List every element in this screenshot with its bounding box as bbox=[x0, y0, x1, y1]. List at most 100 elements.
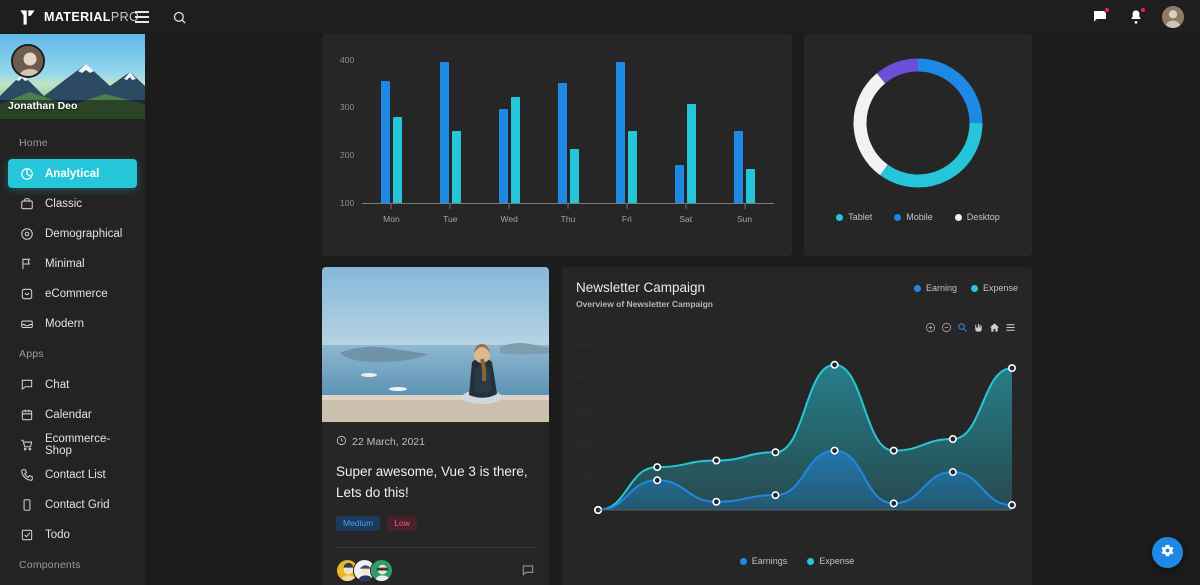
sidebar-item-label: Demographical bbox=[45, 228, 122, 240]
bar-mon-s0[interactable] bbox=[381, 81, 390, 203]
profile-user-name: Jonathan Deo bbox=[8, 100, 77, 112]
data-point-earnings-4[interactable] bbox=[831, 447, 837, 453]
legend-label: Tablet bbox=[848, 212, 872, 222]
sidebar-item-contact-grid[interactable]: Contact Grid bbox=[8, 490, 137, 519]
data-point-earnings-1[interactable] bbox=[654, 477, 660, 483]
legend-earnings[interactable]: Earnings bbox=[740, 556, 788, 566]
zoom-in-icon[interactable] bbox=[924, 321, 936, 333]
data-point-expense-6[interactable] bbox=[950, 436, 956, 442]
data-point-expense-7[interactable] bbox=[1009, 365, 1015, 371]
gear-icon bbox=[1160, 543, 1175, 563]
data-point-expense-2[interactable] bbox=[713, 457, 719, 463]
sidebar-item-ecommerce-shop[interactable]: Ecommerce-Shop bbox=[8, 430, 137, 459]
bar-group bbox=[362, 50, 421, 203]
bar-sun-s0[interactable] bbox=[734, 131, 743, 203]
device-donut-card: Tablet Mobile Desktop bbox=[804, 34, 1032, 256]
bar-fri-s1[interactable] bbox=[628, 131, 637, 203]
bar-mon-s1[interactable] bbox=[393, 117, 402, 203]
bar-tue-s0[interactable] bbox=[440, 62, 449, 203]
sidebar-item-todo[interactable]: Todo bbox=[8, 520, 137, 549]
search-icon[interactable] bbox=[168, 6, 190, 28]
bar-sat-s0[interactable] bbox=[675, 165, 684, 203]
weekly-bar-chart[interactable]: 100200300400 MonTueWedThuFriSatSun bbox=[334, 48, 780, 228]
donut-segment-desktop[interactable] bbox=[860, 78, 884, 170]
bar-thu-s1[interactable] bbox=[570, 149, 579, 203]
data-point-earnings-2[interactable] bbox=[713, 499, 719, 505]
bar-sat-s1[interactable] bbox=[687, 104, 696, 203]
main-content: 100200300400 MonTueWedThuFriSatSun Table… bbox=[145, 34, 1200, 585]
avatar-stack bbox=[336, 559, 393, 582]
user-avatar[interactable] bbox=[1162, 6, 1184, 28]
avatar[interactable] bbox=[370, 559, 393, 582]
hamburger-icon[interactable] bbox=[129, 4, 155, 30]
legend-expense[interactable]: Expense bbox=[971, 283, 1018, 293]
blog-title[interactable]: Super awesome, Vue 3 is there, Lets do t… bbox=[336, 462, 535, 504]
y-tick-label: 400 bbox=[340, 55, 354, 65]
sidebar-item-label: Modern bbox=[45, 318, 84, 330]
data-point-expense-3[interactable] bbox=[772, 449, 778, 455]
sidebar-item-minimal[interactable]: Minimal bbox=[8, 249, 137, 278]
newsletter-campaign-card: Newsletter Campaign Overview of Newslett… bbox=[562, 267, 1032, 585]
selection-zoom-icon[interactable] bbox=[956, 321, 968, 333]
sidebar-item-calendar[interactable]: Calendar bbox=[8, 400, 137, 429]
bar-thu-s0[interactable] bbox=[558, 83, 567, 203]
legend-mobile[interactable]: Mobile bbox=[894, 212, 933, 222]
sidebar-item-modern[interactable]: Modern bbox=[8, 309, 137, 338]
status-badge-low[interactable]: Low bbox=[387, 516, 417, 531]
sidebar-item-label: Analytical bbox=[45, 168, 99, 180]
bar-group bbox=[480, 50, 539, 203]
sidebar-item-analytical[interactable]: Analytical bbox=[8, 159, 137, 188]
bell-badge-dot bbox=[1140, 7, 1146, 13]
bell-icon[interactable] bbox=[1126, 7, 1146, 27]
brand-bold: MATERIAL bbox=[44, 10, 111, 24]
calendar-icon bbox=[19, 407, 34, 422]
data-point-earnings-5[interactable] bbox=[891, 500, 897, 506]
x-tick-label: Thu bbox=[539, 214, 598, 224]
legend-expense[interactable]: Expense bbox=[807, 556, 854, 566]
comment-icon[interactable] bbox=[520, 563, 535, 578]
data-point-earnings-3[interactable] bbox=[772, 492, 778, 498]
bar-tue-s1[interactable] bbox=[452, 131, 461, 203]
bar-sun-s1[interactable] bbox=[746, 169, 755, 203]
sidebar-navigation: Home Analytical Classic Demographical Mi… bbox=[0, 119, 145, 580]
data-point-earnings-7[interactable] bbox=[1009, 502, 1015, 508]
briefcase-icon bbox=[19, 196, 34, 211]
donut-segment-mobile[interactable] bbox=[918, 65, 976, 123]
status-badge-medium[interactable]: Medium bbox=[336, 516, 380, 531]
legend-dot bbox=[894, 214, 901, 221]
donut-segment-tablet[interactable] bbox=[884, 123, 976, 181]
menu-icon[interactable] bbox=[1004, 321, 1016, 333]
legend-dot bbox=[914, 285, 921, 292]
device-donut-chart[interactable] bbox=[804, 34, 1032, 212]
settings-fab-button[interactable] bbox=[1152, 537, 1183, 568]
data-point-expense-4[interactable] bbox=[831, 362, 837, 368]
donut-segment-other[interactable] bbox=[881, 65, 918, 78]
brand-logo[interactable]: MATERIALPRO bbox=[0, 8, 127, 27]
x-tick-label: Sat bbox=[656, 214, 715, 224]
legend-dot bbox=[971, 285, 978, 292]
legend-label: Mobile bbox=[906, 212, 933, 222]
legend-tablet[interactable]: Tablet bbox=[836, 212, 872, 222]
sidebar-item-ecommerce[interactable]: eCommerce bbox=[8, 279, 137, 308]
axis-tick bbox=[568, 204, 569, 209]
sidebar-item-demographical[interactable]: Demographical bbox=[8, 219, 137, 248]
newsletter-area-chart[interactable]: 5004003002001000 JanFebMarAprMayJunJulAu… bbox=[576, 337, 1018, 552]
sidebar-item-classic[interactable]: Classic bbox=[8, 189, 137, 218]
message-icon[interactable] bbox=[1090, 7, 1110, 27]
newsletter-title: Newsletter Campaign bbox=[576, 280, 713, 295]
sidebar-item-contact-list[interactable]: Contact List bbox=[8, 460, 137, 489]
bar-wed-s0[interactable] bbox=[499, 109, 508, 203]
sidebar-item-chat[interactable]: Chat bbox=[8, 370, 137, 399]
zoom-out-icon[interactable] bbox=[940, 321, 952, 333]
reset-zoom-icon[interactable] bbox=[988, 321, 1000, 333]
panning-icon[interactable] bbox=[972, 321, 984, 333]
data-point-expense-1[interactable] bbox=[654, 464, 660, 470]
legend-desktop[interactable]: Desktop bbox=[955, 212, 1000, 222]
data-point-earnings-6[interactable] bbox=[950, 469, 956, 475]
legend-earning[interactable]: Earning bbox=[914, 283, 957, 293]
y-tick-label: 200 bbox=[578, 440, 591, 449]
bar-fri-s0[interactable] bbox=[616, 62, 625, 203]
data-point-expense-5[interactable] bbox=[891, 447, 897, 453]
bar-wed-s1[interactable] bbox=[511, 97, 520, 203]
profile-avatar[interactable] bbox=[11, 44, 45, 78]
